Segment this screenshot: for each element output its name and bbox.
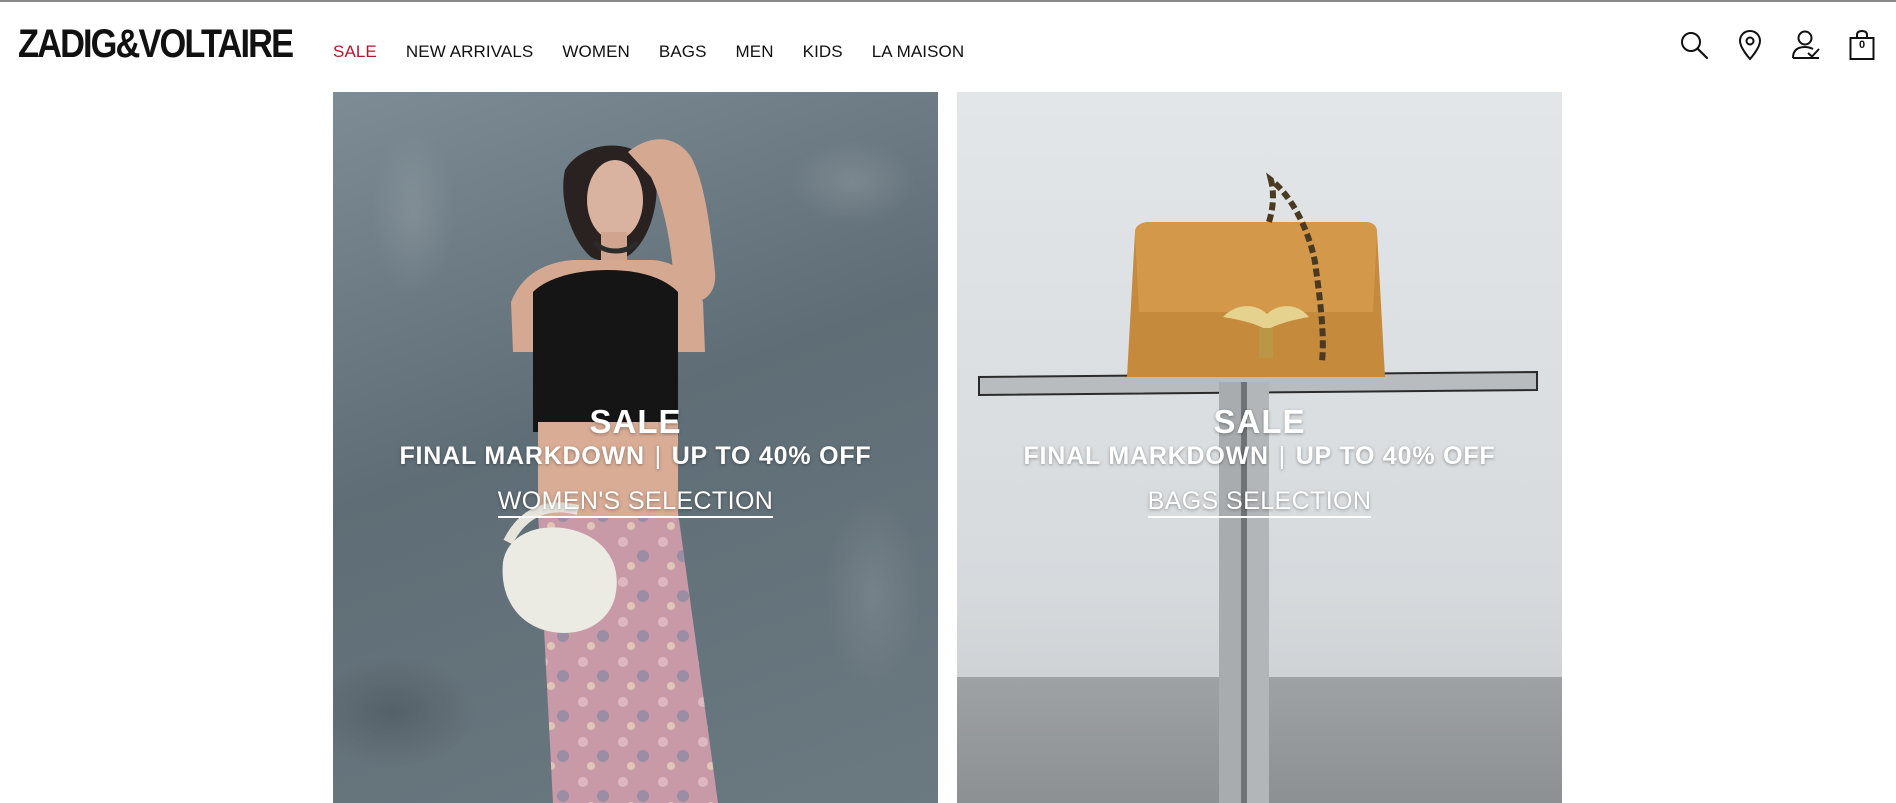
- women-tile-overlay: SALE FINAL MARKDOWN | UP TO 40% OFF WOME…: [333, 404, 938, 518]
- site-header: ZADIG&VOLTAIRE SALE NEW ARRIVALS WOMEN B…: [0, 2, 1896, 92]
- nav-item-sale[interactable]: SALE: [333, 42, 377, 62]
- shopping-bag-icon[interactable]: 0: [1846, 28, 1878, 62]
- hero-tiles: SALE FINAL MARKDOWN | UP TO 40% OFF WOME…: [333, 92, 1563, 803]
- tile-subtitle: FINAL MARKDOWN | UP TO 40% OFF: [333, 440, 938, 472]
- location-pin-icon[interactable]: [1734, 28, 1766, 62]
- tile-subtitle-left: FINAL MARKDOWN: [1023, 442, 1269, 470]
- tile-subtitle: FINAL MARKDOWN | UP TO 40% OFF: [957, 440, 1562, 472]
- tile-subtitle-left: FINAL MARKDOWN: [399, 442, 645, 470]
- tile-subtitle-right: UP TO 40% OFF: [1295, 442, 1496, 470]
- tile-subtitle-separator: |: [654, 442, 662, 470]
- nav-item-men[interactable]: MEN: [736, 42, 774, 62]
- tile-subtitle-separator: |: [1278, 442, 1286, 470]
- nav-item-kids[interactable]: KIDS: [803, 42, 843, 62]
- womens-selection-link[interactable]: WOMEN'S SELECTION: [497, 486, 774, 518]
- tile-subtitle-right: UP TO 40% OFF: [671, 442, 872, 470]
- brand-logo[interactable]: ZADIG&VOLTAIRE: [18, 22, 294, 67]
- women-sale-tile[interactable]: SALE FINAL MARKDOWN | UP TO 40% OFF WOME…: [333, 92, 938, 803]
- search-icon[interactable]: [1678, 28, 1710, 62]
- bag-count-badge: 0: [1858, 39, 1866, 51]
- nav-item-bags[interactable]: BAGS: [659, 42, 707, 62]
- bags-sale-tile[interactable]: SALE FINAL MARKDOWN | UP TO 40% OFF BAGS…: [957, 92, 1562, 803]
- account-icon[interactable]: [1790, 28, 1822, 62]
- header-icons: 0: [1678, 28, 1878, 62]
- tile-title: SALE: [1213, 403, 1306, 440]
- main-nav: SALE NEW ARRIVALS WOMEN BAGS MEN KIDS LA…: [333, 42, 993, 62]
- nav-item-new-arrivals[interactable]: NEW ARRIVALS: [406, 42, 533, 62]
- bags-tile-overlay: SALE FINAL MARKDOWN | UP TO 40% OFF BAGS…: [957, 404, 1562, 518]
- tile-title: SALE: [589, 403, 682, 440]
- nav-item-la-maison[interactable]: LA MAISON: [872, 42, 965, 62]
- bags-selection-link[interactable]: BAGS SELECTION: [1147, 486, 1372, 518]
- nav-item-women[interactable]: WOMEN: [562, 42, 630, 62]
